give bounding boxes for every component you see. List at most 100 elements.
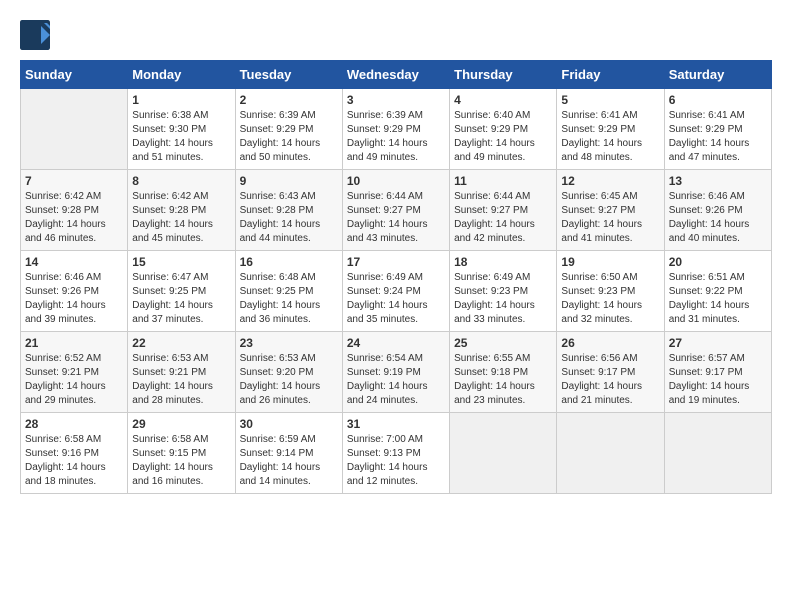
calendar-week-row: 28 Sunrise: 6:58 AMSunset: 9:16 PMDaylig…	[21, 413, 772, 494]
day-number: 29	[132, 417, 230, 431]
day-number: 27	[669, 336, 767, 350]
logo-icon	[20, 20, 50, 50]
day-info: Sunrise: 6:58 AMSunset: 9:16 PMDaylight:…	[25, 434, 106, 487]
calendar-day-cell: 4 Sunrise: 6:40 AMSunset: 9:29 PMDayligh…	[450, 89, 557, 170]
calendar-weekday-header: Sunday	[21, 61, 128, 89]
day-number: 22	[132, 336, 230, 350]
day-number: 25	[454, 336, 552, 350]
day-info: Sunrise: 6:57 AMSunset: 9:17 PMDaylight:…	[669, 353, 750, 406]
day-info: Sunrise: 6:50 AMSunset: 9:23 PMDaylight:…	[561, 272, 642, 325]
day-number: 9	[240, 174, 338, 188]
day-info: Sunrise: 6:59 AMSunset: 9:14 PMDaylight:…	[240, 434, 321, 487]
day-number: 15	[132, 255, 230, 269]
day-number: 3	[347, 93, 445, 107]
day-number: 19	[561, 255, 659, 269]
day-number: 13	[669, 174, 767, 188]
calendar-day-cell	[557, 413, 664, 494]
calendar-weekday-header: Monday	[128, 61, 235, 89]
day-info: Sunrise: 6:48 AMSunset: 9:25 PMDaylight:…	[240, 272, 321, 325]
calendar-day-cell: 26 Sunrise: 6:56 AMSunset: 9:17 PMDaylig…	[557, 332, 664, 413]
day-number: 17	[347, 255, 445, 269]
day-info: Sunrise: 6:39 AMSunset: 9:29 PMDaylight:…	[240, 110, 321, 163]
calendar-day-cell: 2 Sunrise: 6:39 AMSunset: 9:29 PMDayligh…	[235, 89, 342, 170]
day-number: 6	[669, 93, 767, 107]
calendar-day-cell: 15 Sunrise: 6:47 AMSunset: 9:25 PMDaylig…	[128, 251, 235, 332]
logo	[20, 20, 54, 50]
day-number: 11	[454, 174, 552, 188]
calendar-day-cell: 23 Sunrise: 6:53 AMSunset: 9:20 PMDaylig…	[235, 332, 342, 413]
calendar-day-cell: 16 Sunrise: 6:48 AMSunset: 9:25 PMDaylig…	[235, 251, 342, 332]
day-number: 4	[454, 93, 552, 107]
day-info: Sunrise: 6:58 AMSunset: 9:15 PMDaylight:…	[132, 434, 213, 487]
day-info: Sunrise: 6:49 AMSunset: 9:23 PMDaylight:…	[454, 272, 535, 325]
day-number: 31	[347, 417, 445, 431]
day-number: 23	[240, 336, 338, 350]
calendar-day-cell: 7 Sunrise: 6:42 AMSunset: 9:28 PMDayligh…	[21, 170, 128, 251]
day-number: 30	[240, 417, 338, 431]
page-header	[20, 20, 772, 50]
calendar-header-row: SundayMondayTuesdayWednesdayThursdayFrid…	[21, 61, 772, 89]
day-info: Sunrise: 6:42 AMSunset: 9:28 PMDaylight:…	[25, 191, 106, 244]
day-number: 1	[132, 93, 230, 107]
day-number: 18	[454, 255, 552, 269]
calendar-week-row: 1 Sunrise: 6:38 AMSunset: 9:30 PMDayligh…	[21, 89, 772, 170]
calendar-day-cell: 24 Sunrise: 6:54 AMSunset: 9:19 PMDaylig…	[342, 332, 449, 413]
day-info: Sunrise: 6:47 AMSunset: 9:25 PMDaylight:…	[132, 272, 213, 325]
day-number: 2	[240, 93, 338, 107]
day-number: 21	[25, 336, 123, 350]
calendar-day-cell: 31 Sunrise: 7:00 AMSunset: 9:13 PMDaylig…	[342, 413, 449, 494]
day-number: 10	[347, 174, 445, 188]
day-number: 26	[561, 336, 659, 350]
day-number: 16	[240, 255, 338, 269]
calendar-weekday-header: Wednesday	[342, 61, 449, 89]
calendar-day-cell	[21, 89, 128, 170]
calendar-day-cell: 20 Sunrise: 6:51 AMSunset: 9:22 PMDaylig…	[664, 251, 771, 332]
calendar-week-row: 14 Sunrise: 6:46 AMSunset: 9:26 PMDaylig…	[21, 251, 772, 332]
day-info: Sunrise: 6:41 AMSunset: 9:29 PMDaylight:…	[669, 110, 750, 163]
calendar-day-cell: 22 Sunrise: 6:53 AMSunset: 9:21 PMDaylig…	[128, 332, 235, 413]
calendar-weekday-header: Tuesday	[235, 61, 342, 89]
calendar-day-cell: 18 Sunrise: 6:49 AMSunset: 9:23 PMDaylig…	[450, 251, 557, 332]
calendar-weekday-header: Saturday	[664, 61, 771, 89]
calendar-day-cell: 11 Sunrise: 6:44 AMSunset: 9:27 PMDaylig…	[450, 170, 557, 251]
calendar-day-cell: 30 Sunrise: 6:59 AMSunset: 9:14 PMDaylig…	[235, 413, 342, 494]
calendar-day-cell: 17 Sunrise: 6:49 AMSunset: 9:24 PMDaylig…	[342, 251, 449, 332]
calendar-weekday-header: Thursday	[450, 61, 557, 89]
day-info: Sunrise: 6:56 AMSunset: 9:17 PMDaylight:…	[561, 353, 642, 406]
day-number: 24	[347, 336, 445, 350]
calendar-day-cell: 6 Sunrise: 6:41 AMSunset: 9:29 PMDayligh…	[664, 89, 771, 170]
day-info: Sunrise: 6:38 AMSunset: 9:30 PMDaylight:…	[132, 110, 213, 163]
day-number: 8	[132, 174, 230, 188]
day-info: Sunrise: 6:42 AMSunset: 9:28 PMDaylight:…	[132, 191, 213, 244]
day-info: Sunrise: 6:53 AMSunset: 9:20 PMDaylight:…	[240, 353, 321, 406]
day-info: Sunrise: 6:49 AMSunset: 9:24 PMDaylight:…	[347, 272, 428, 325]
calendar-day-cell: 14 Sunrise: 6:46 AMSunset: 9:26 PMDaylig…	[21, 251, 128, 332]
day-info: Sunrise: 6:45 AMSunset: 9:27 PMDaylight:…	[561, 191, 642, 244]
calendar-day-cell: 12 Sunrise: 6:45 AMSunset: 9:27 PMDaylig…	[557, 170, 664, 251]
day-number: 5	[561, 93, 659, 107]
day-info: Sunrise: 6:44 AMSunset: 9:27 PMDaylight:…	[454, 191, 535, 244]
day-number: 20	[669, 255, 767, 269]
calendar-day-cell: 29 Sunrise: 6:58 AMSunset: 9:15 PMDaylig…	[128, 413, 235, 494]
day-info: Sunrise: 6:40 AMSunset: 9:29 PMDaylight:…	[454, 110, 535, 163]
day-info: Sunrise: 6:43 AMSunset: 9:28 PMDaylight:…	[240, 191, 321, 244]
calendar-body: 1 Sunrise: 6:38 AMSunset: 9:30 PMDayligh…	[21, 89, 772, 494]
calendar-day-cell: 10 Sunrise: 6:44 AMSunset: 9:27 PMDaylig…	[342, 170, 449, 251]
calendar-table: SundayMondayTuesdayWednesdayThursdayFrid…	[20, 60, 772, 494]
calendar-day-cell	[664, 413, 771, 494]
day-info: Sunrise: 6:39 AMSunset: 9:29 PMDaylight:…	[347, 110, 428, 163]
calendar-day-cell: 5 Sunrise: 6:41 AMSunset: 9:29 PMDayligh…	[557, 89, 664, 170]
day-info: Sunrise: 6:46 AMSunset: 9:26 PMDaylight:…	[25, 272, 106, 325]
calendar-day-cell: 3 Sunrise: 6:39 AMSunset: 9:29 PMDayligh…	[342, 89, 449, 170]
day-info: Sunrise: 6:41 AMSunset: 9:29 PMDaylight:…	[561, 110, 642, 163]
day-number: 7	[25, 174, 123, 188]
calendar-day-cell: 19 Sunrise: 6:50 AMSunset: 9:23 PMDaylig…	[557, 251, 664, 332]
day-info: Sunrise: 6:55 AMSunset: 9:18 PMDaylight:…	[454, 353, 535, 406]
day-number: 12	[561, 174, 659, 188]
calendar-day-cell: 27 Sunrise: 6:57 AMSunset: 9:17 PMDaylig…	[664, 332, 771, 413]
calendar-day-cell	[450, 413, 557, 494]
calendar-week-row: 21 Sunrise: 6:52 AMSunset: 9:21 PMDaylig…	[21, 332, 772, 413]
calendar-day-cell: 25 Sunrise: 6:55 AMSunset: 9:18 PMDaylig…	[450, 332, 557, 413]
day-info: Sunrise: 6:53 AMSunset: 9:21 PMDaylight:…	[132, 353, 213, 406]
calendar-day-cell: 21 Sunrise: 6:52 AMSunset: 9:21 PMDaylig…	[21, 332, 128, 413]
